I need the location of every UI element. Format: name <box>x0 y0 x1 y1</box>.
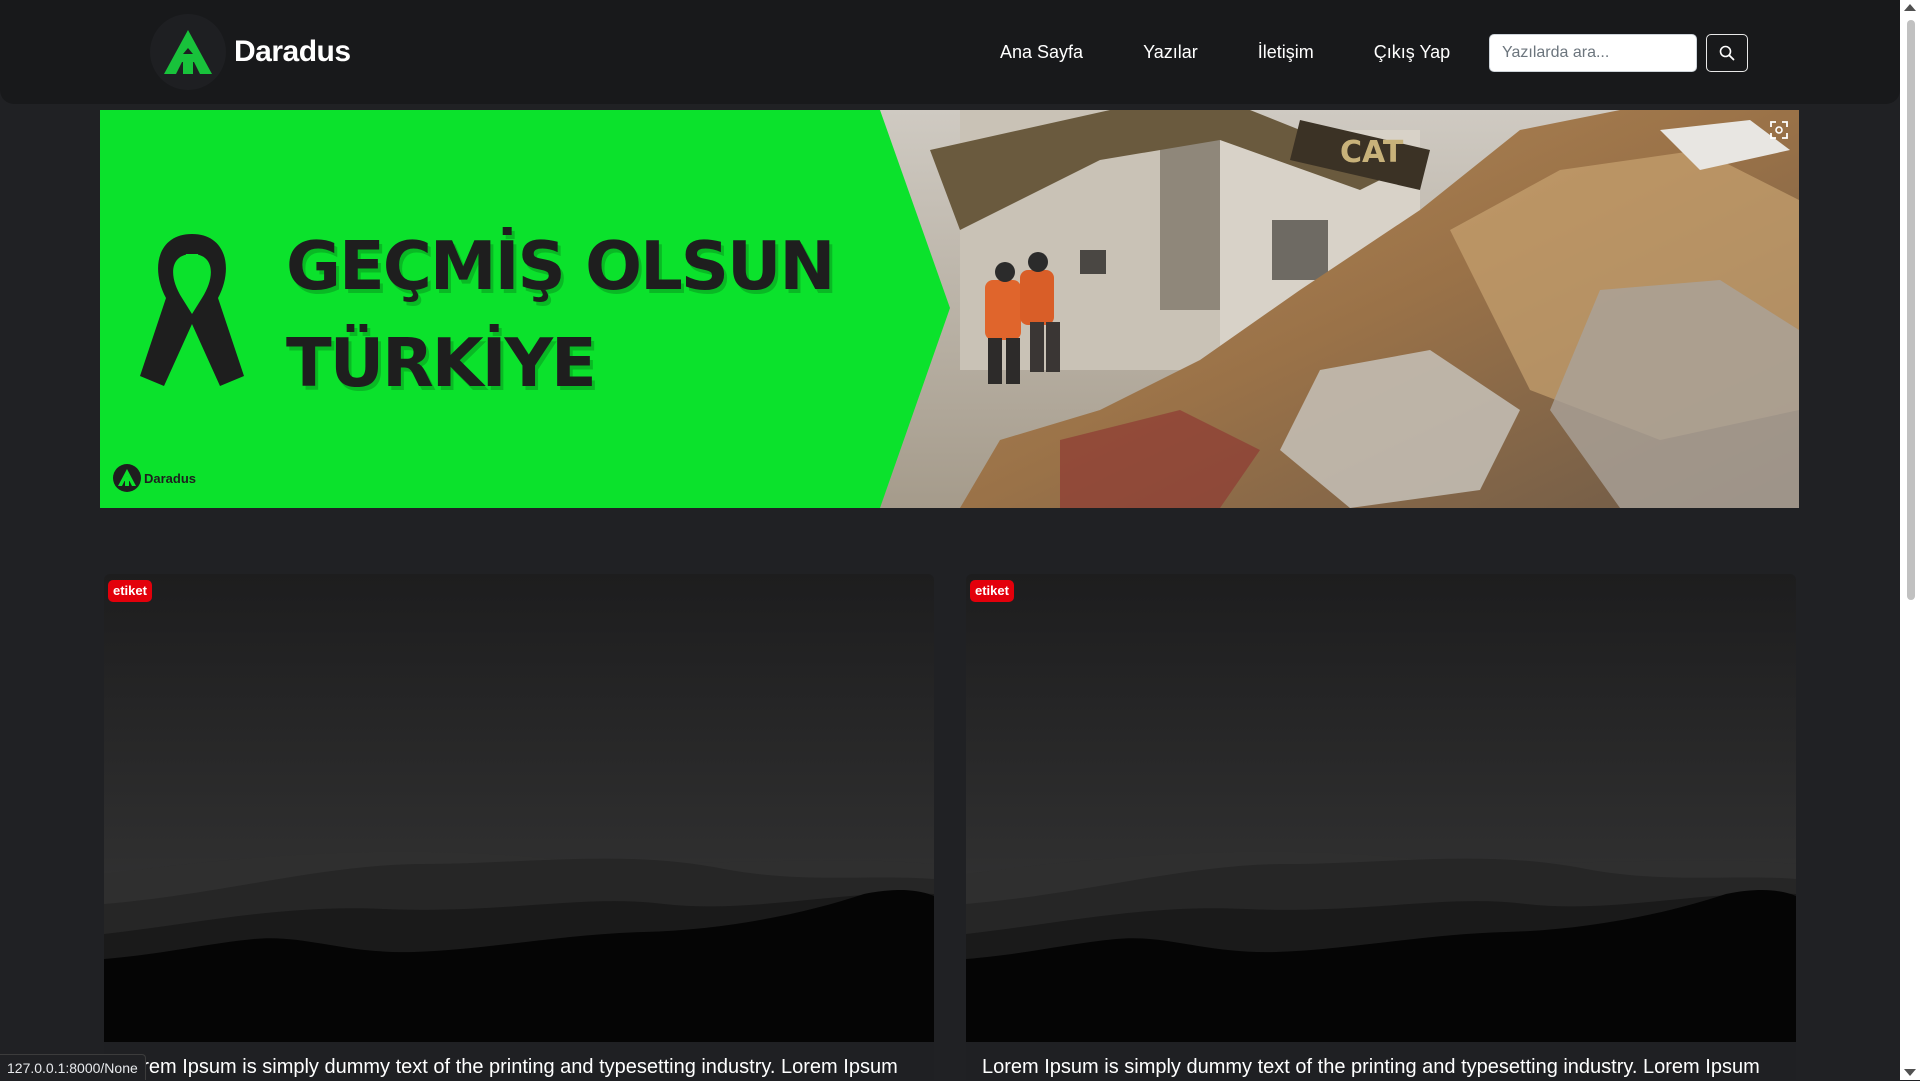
brand-name: Daradus <box>234 35 351 69</box>
search-button[interactable] <box>1706 34 1748 72</box>
banner-headline-line2: TÜRKİYE <box>286 315 834 412</box>
post-thumbnail-mountains <box>966 574 1796 1042</box>
post-card[interactable]: etiket Lorem Ipsum is simply dummy text … <box>104 574 934 1080</box>
nav-logout[interactable]: Çıkış Yap <box>1374 42 1450 63</box>
brand-link[interactable]: Daradus <box>150 14 351 90</box>
daradus-logo-small-icon <box>113 464 141 492</box>
scroll-down-arrow-icon[interactable] <box>1904 1069 1916 1076</box>
banner-brand: Daradus <box>113 464 196 492</box>
search-input[interactable] <box>1489 34 1697 72</box>
tag-badge[interactable]: etiket <box>108 580 152 602</box>
hero-banner: CAT GEÇMİŞ OLSUN TÜRKİYE Daradus <box>100 110 1799 508</box>
page-scrollbar[interactable] <box>1900 0 1920 1080</box>
nav-contact[interactable]: İletişim <box>1258 42 1314 63</box>
scroll-up-arrow-icon[interactable] <box>1904 4 1916 11</box>
search-icon <box>1719 45 1735 61</box>
scrollbar-thumb[interactable] <box>1907 20 1915 600</box>
banner-brand-name: Daradus <box>144 471 196 486</box>
daradus-logo-icon <box>150 14 226 90</box>
status-bar-url: 127.0.0.1:8000/None <box>0 1054 146 1080</box>
banner-headline: GEÇMİŞ OLSUN TÜRKİYE <box>286 218 834 412</box>
ribbon-icon <box>136 228 248 390</box>
banner-headline-line1: GEÇMİŞ OLSUN <box>286 218 834 315</box>
nav-home[interactable]: Ana Sayfa <box>1000 42 1083 63</box>
post-card[interactable]: etiket Lorem Ipsum is simply dummy text … <box>966 574 1796 1080</box>
post-excerpt: Lorem Ipsum is simply dummy text of the … <box>982 1056 1782 1079</box>
post-thumbnail-mountains <box>104 574 934 1042</box>
navbar: Daradus Ana Sayfa Yazılar İletişim Çıkış… <box>0 0 1900 104</box>
post-excerpt: Lorem Ipsum is simply dummy text of the … <box>120 1056 920 1079</box>
expand-image-icon[interactable] <box>1769 120 1789 140</box>
main-nav: Ana Sayfa Yazılar İletişim Çıkış Yap <box>1000 0 1480 104</box>
nav-posts[interactable]: Yazılar <box>1143 42 1198 63</box>
tag-badge[interactable]: etiket <box>970 580 1014 602</box>
